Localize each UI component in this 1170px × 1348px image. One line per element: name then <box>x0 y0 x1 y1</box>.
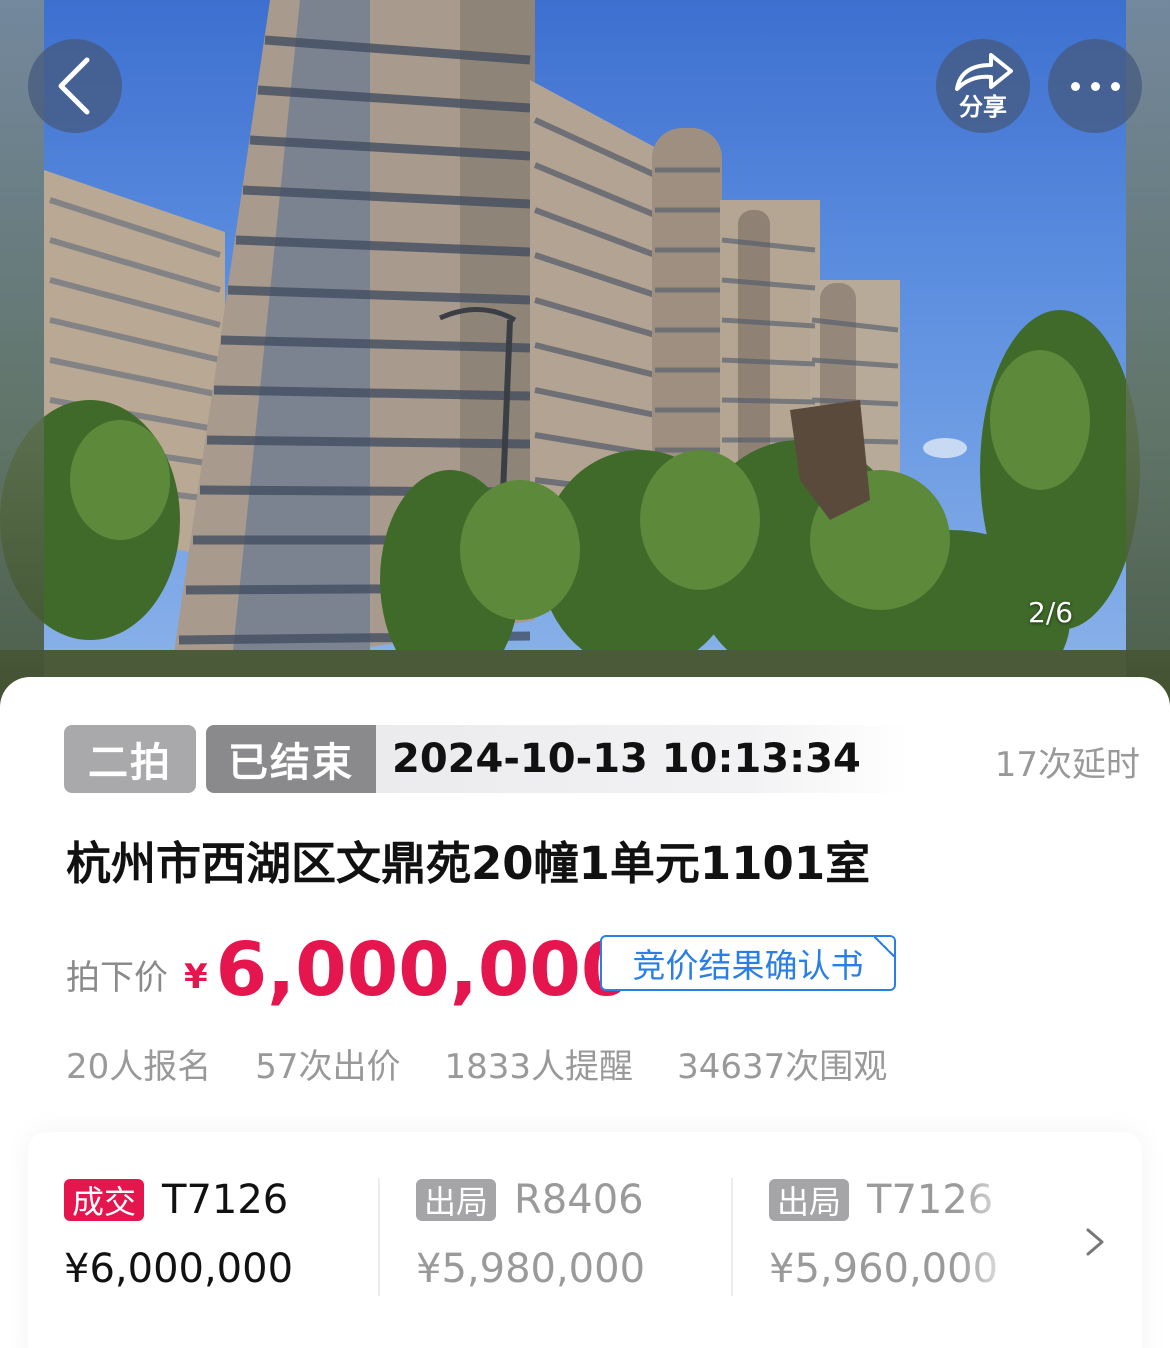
auction-stats: 20人报名 57次出价 1833人提醒 34637次围观 <box>66 1039 887 1088</box>
more-dots-icon <box>1070 81 1120 91</box>
outbid-tag: 出局 <box>416 1179 497 1221</box>
bid-record-card[interactable]: 成交 T7126 ¥6,000,000 出局 R8406 ¥5,980,000 … <box>28 1132 1142 1348</box>
bid-record-item: 成交 T7126 ¥6,000,000 <box>64 1177 294 1292</box>
stat-registrants: 20人报名 <box>66 1047 212 1087</box>
currency-symbol: ¥ <box>184 957 208 997</box>
overflow-fade <box>958 1162 1028 1322</box>
final-price-row: 拍下价 ¥ 6,000,000 <box>66 927 632 1007</box>
bid-amount: ¥5,980,000 <box>416 1246 646 1292</box>
document-fold-icon <box>874 937 894 957</box>
outbid-tag: 出局 <box>769 1179 850 1221</box>
chevron-left-icon <box>58 57 90 115</box>
bidder-id: R8406 <box>514 1177 644 1223</box>
share-label: 分享 <box>959 92 1007 121</box>
share-button[interactable]: 分享 <box>936 39 1030 133</box>
bid-record-item: 出局 R8406 ¥5,980,000 <box>416 1177 646 1292</box>
stat-reminders: 1833人提醒 <box>444 1047 634 1087</box>
divider <box>731 1178 733 1296</box>
stat-bids: 57次出价 <box>255 1047 401 1087</box>
chevron-right-icon[interactable] <box>1083 1222 1107 1262</box>
deal-tag: 成交 <box>64 1179 145 1221</box>
photo-page-indicator: 2/6 <box>1028 596 1074 629</box>
delay-count: 17次延时 <box>994 745 1140 785</box>
auction-round-tag: 二拍 <box>64 725 196 793</box>
bid-confirmation-label: 竞价结果确认书 <box>632 946 864 985</box>
auction-status-row: 二拍 已结束 2024-10-13 10:13:34 <box>64 725 909 793</box>
divider <box>378 1178 380 1296</box>
property-title: 杭州市西湖区文鼎苑20幢1单元1101室 <box>66 837 871 890</box>
auction-status-tag: 已结束 <box>206 725 376 793</box>
price-label: 拍下价 <box>66 958 168 998</box>
bid-amount: ¥6,000,000 <box>64 1246 294 1292</box>
final-price: 6,000,000 <box>215 927 633 1013</box>
more-button[interactable] <box>1048 39 1142 133</box>
auction-end-time: 2024-10-13 10:13:34 <box>376 725 909 793</box>
listing-photo[interactable]: 分享 2/6 <box>0 0 1170 720</box>
bidder-id: T7126 <box>162 1177 289 1223</box>
stat-views: 34637次围观 <box>677 1047 888 1087</box>
back-button[interactable] <box>28 39 122 133</box>
bid-confirmation-button[interactable]: 竞价结果确认书 <box>600 935 896 991</box>
